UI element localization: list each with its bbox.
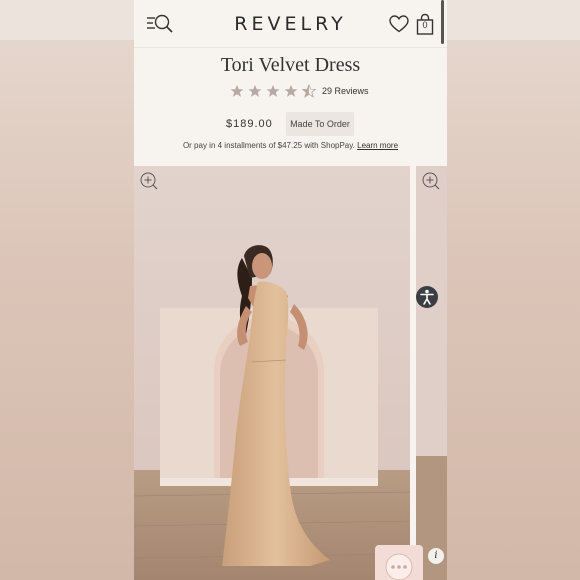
heart-icon[interactable]: [389, 15, 409, 33]
scrollbar[interactable]: [441, 0, 444, 44]
availability-badge: Made To Order: [286, 112, 354, 136]
chat-icon: [385, 553, 413, 580]
bag-count: 0: [422, 20, 428, 30]
product-rating[interactable]: 29 Reviews: [230, 83, 369, 99]
chat-button[interactable]: [375, 545, 423, 580]
installments-text: Or pay in 4 installments of $47.25 with …: [134, 141, 447, 150]
site-header: REVELRY 0: [134, 0, 447, 48]
next-image-preview: [416, 166, 447, 580]
product-page: REVELRY 0 Tori Velvet Dress 29 Reviews $…: [134, 0, 447, 580]
star-icon: [266, 84, 280, 97]
installments-info: Or pay in 4 installments of $47.25 with …: [182, 141, 355, 150]
info-button[interactable]: i: [428, 548, 444, 564]
product-title: Tori Velvet Dress: [220, 54, 361, 76]
product-photo[interactable]: [134, 166, 410, 580]
accessibility-icon: [420, 289, 434, 305]
star-icon: [284, 84, 298, 97]
accessibility-button[interactable]: [416, 286, 438, 308]
star-icon: [230, 84, 244, 97]
zoom-icon[interactable]: [422, 172, 440, 190]
half-star-icon: [302, 84, 316, 98]
product-price: $189.00: [226, 118, 273, 130]
reviews-link[interactable]: 29 Reviews: [322, 86, 369, 96]
dress-model-image: [134, 166, 410, 580]
next-product-photo[interactable]: [416, 166, 447, 580]
learn-more-link[interactable]: Learn more: [357, 141, 398, 150]
star-icon: [248, 84, 262, 97]
price-row: $189.00 Made To Order: [134, 112, 447, 136]
zoom-icon[interactable]: [140, 172, 158, 190]
